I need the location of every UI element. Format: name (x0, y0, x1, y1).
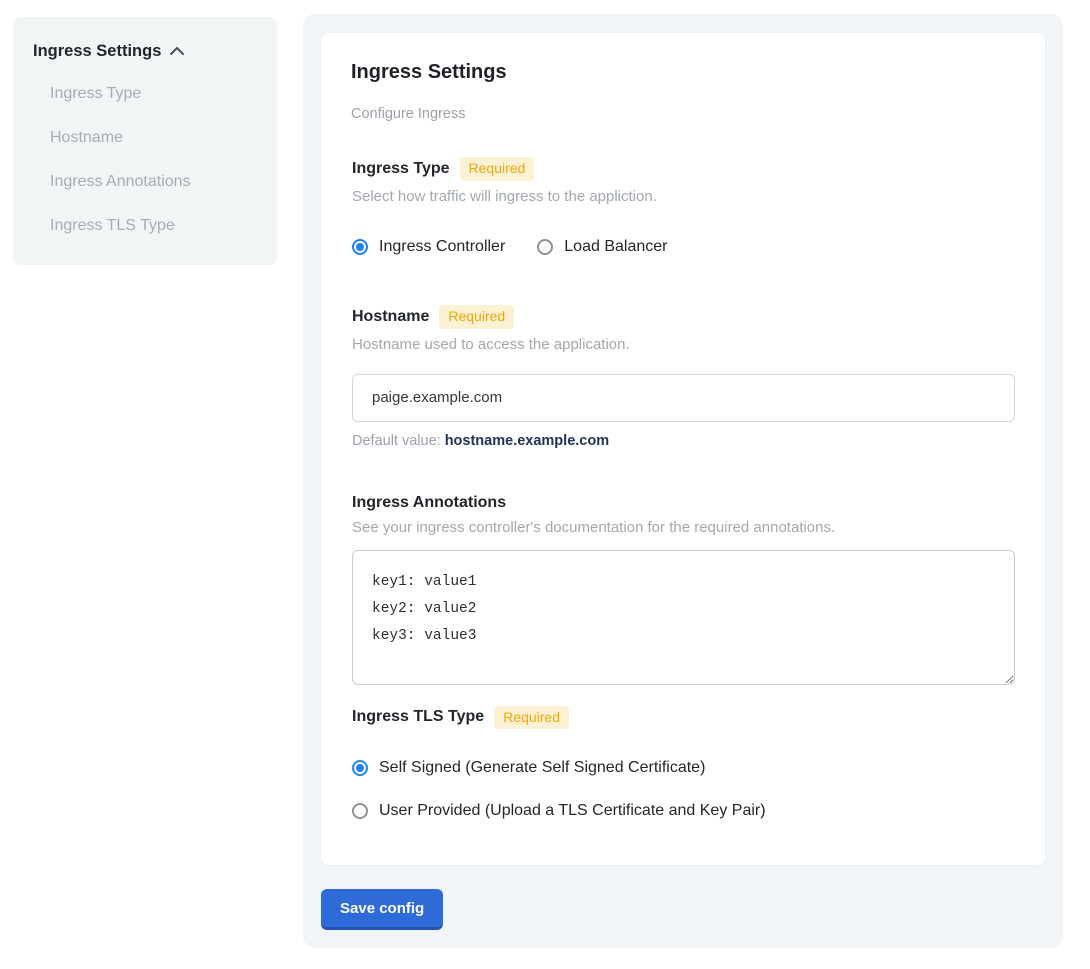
chevron-up-icon (169, 42, 185, 61)
radio-button-icon[interactable] (352, 803, 368, 819)
radio-option-user-provided[interactable]: User Provided (Upload a TLS Certificate … (352, 802, 1015, 820)
hostname-default-value: Default value: hostname.example.com (352, 433, 1015, 449)
required-badge: Required (494, 706, 569, 730)
sidebar-section-title: Ingress Settings (33, 42, 161, 61)
sidebar-item-ingress-type[interactable]: Ingress Type (50, 85, 257, 103)
save-config-button[interactable]: Save config (321, 889, 443, 930)
hostname-description: Hostname used to access the application. (352, 336, 1015, 353)
page-subtitle: Configure Ingress (351, 106, 1015, 122)
section-ingress-tls-type: Ingress TLS Type Required Self Signed (G… (352, 706, 1015, 821)
settings-sidebar: Ingress Settings Ingress Type Hostname I… (13, 17, 277, 265)
ingress-annotations-label: Ingress Annotations (352, 494, 506, 512)
ingress-type-radio-group: Ingress Controller Load Balancer (352, 238, 1015, 256)
radio-label: Self Signed (Generate Self Signed Certif… (379, 759, 705, 777)
sidebar-item-list: Ingress Type Hostname Ingress Annotation… (50, 85, 257, 235)
required-badge: Required (460, 157, 535, 181)
sidebar-section-toggle[interactable]: Ingress Settings (33, 42, 257, 61)
radio-button-icon[interactable] (352, 760, 368, 776)
hostname-label: Hostname (352, 308, 429, 326)
sidebar-item-ingress-tls-type[interactable]: Ingress TLS Type (50, 217, 257, 235)
radio-option-load-balancer[interactable]: Load Balancer (537, 238, 667, 256)
sidebar-item-hostname[interactable]: Hostname (50, 129, 257, 147)
default-value-prefix: Default value: (352, 433, 445, 449)
ingress-tls-type-label: Ingress TLS Type (352, 708, 484, 726)
ingress-type-description: Select how traffic will ingress to the a… (352, 188, 1015, 205)
ingress-annotations-description: See your ingress controller's documentat… (352, 519, 1015, 536)
hostname-input[interactable] (352, 374, 1015, 422)
ingress-type-label: Ingress Type (352, 160, 450, 178)
ingress-settings-card: Ingress Settings Configure Ingress Ingre… (321, 33, 1045, 865)
section-ingress-type: Ingress Type Required Select how traffic… (352, 157, 1015, 256)
radio-button-icon[interactable] (352, 239, 368, 255)
radio-label: Ingress Controller (379, 238, 505, 256)
settings-panel: Ingress Settings Configure Ingress Ingre… (303, 14, 1063, 948)
required-badge: Required (439, 305, 514, 329)
radio-label: User Provided (Upload a TLS Certificate … (379, 802, 766, 820)
ingress-annotations-textarea[interactable]: key1: value1 key2: value2 key3: value3 (352, 550, 1015, 685)
radio-button-icon[interactable] (537, 239, 553, 255)
ingress-tls-radio-group: Self Signed (Generate Self Signed Certif… (352, 759, 1015, 820)
radio-option-ingress-controller[interactable]: Ingress Controller (352, 238, 505, 256)
page-title: Ingress Settings (351, 61, 1015, 84)
default-value-text: hostname.example.com (445, 433, 609, 449)
radio-option-self-signed[interactable]: Self Signed (Generate Self Signed Certif… (352, 759, 1015, 777)
radio-label: Load Balancer (564, 238, 667, 256)
section-hostname: Hostname Required Hostname used to acces… (352, 305, 1015, 449)
section-ingress-annotations: Ingress Annotations See your ingress con… (352, 494, 1015, 685)
sidebar-item-ingress-annotations[interactable]: Ingress Annotations (50, 173, 257, 191)
